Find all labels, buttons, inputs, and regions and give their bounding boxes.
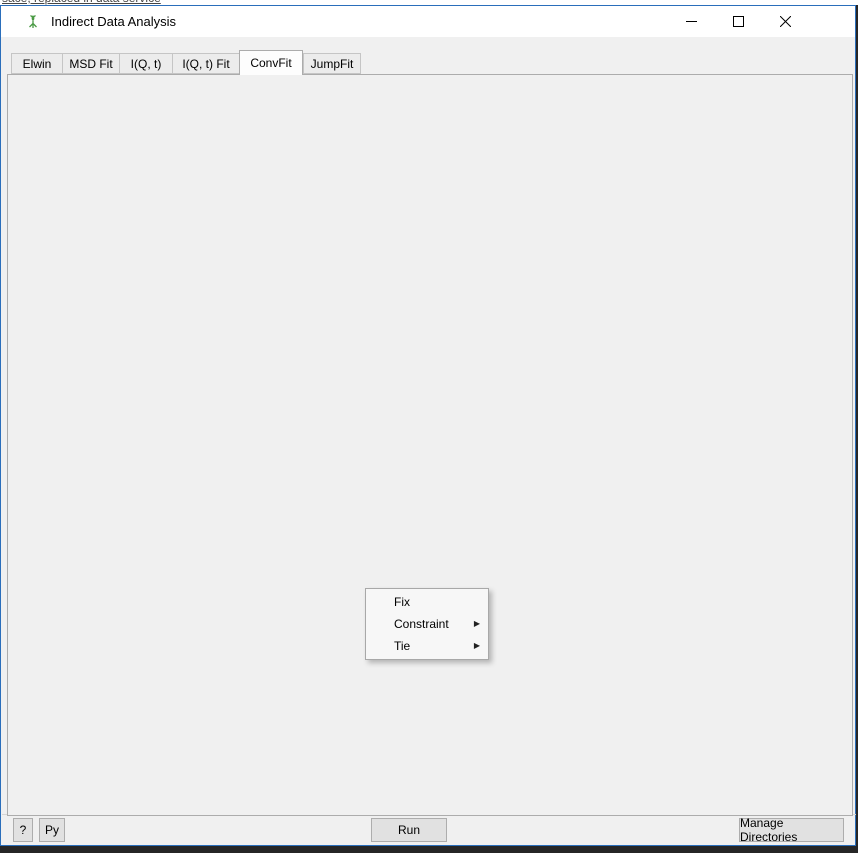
mantis-app-icon — [25, 14, 41, 30]
screen: sace, replaced in data service Indirect … — [0, 0, 858, 853]
submenu-arrow-icon: ▶ — [474, 613, 480, 635]
maximize-button-icon[interactable] — [715, 6, 761, 37]
tab-convfit[interactable]: ConvFit — [239, 50, 303, 75]
convfit-tab-pane — [7, 74, 853, 816]
minimize-button-icon[interactable] — [668, 6, 714, 37]
context-menu-item-constraint[interactable]: Constraint▶ — [366, 613, 488, 635]
context-menu-item-tie[interactable]: Tie▶ — [366, 635, 488, 657]
context-menu-item-fix[interactable]: Fix — [366, 591, 488, 613]
window-title: Indirect Data Analysis — [51, 14, 176, 29]
python-export-button[interactable]: Py — [39, 818, 65, 842]
tab-iqt[interactable]: I(Q, t) — [119, 53, 173, 74]
run-button[interactable]: Run — [371, 818, 447, 842]
help-button[interactable]: ? — [13, 818, 33, 842]
tab-iqt-fit[interactable]: I(Q, t) Fit — [172, 53, 240, 74]
tab-elwin[interactable]: Elwin — [11, 53, 63, 74]
app-window: Indirect Data Analysis Elwin MSD Fit I(Q… — [0, 5, 856, 846]
context-menu: FixConstraint▶Tie▶ — [365, 588, 489, 660]
tab-jumpfit[interactable]: JumpFit — [303, 53, 361, 74]
titlebar: Indirect Data Analysis — [1, 6, 855, 37]
submenu-arrow-icon: ▶ — [474, 635, 480, 657]
close-button-icon[interactable] — [762, 6, 808, 37]
manage-directories-button[interactable]: Manage Directories — [739, 818, 844, 842]
tab-msd-fit[interactable]: MSD Fit — [62, 53, 120, 74]
